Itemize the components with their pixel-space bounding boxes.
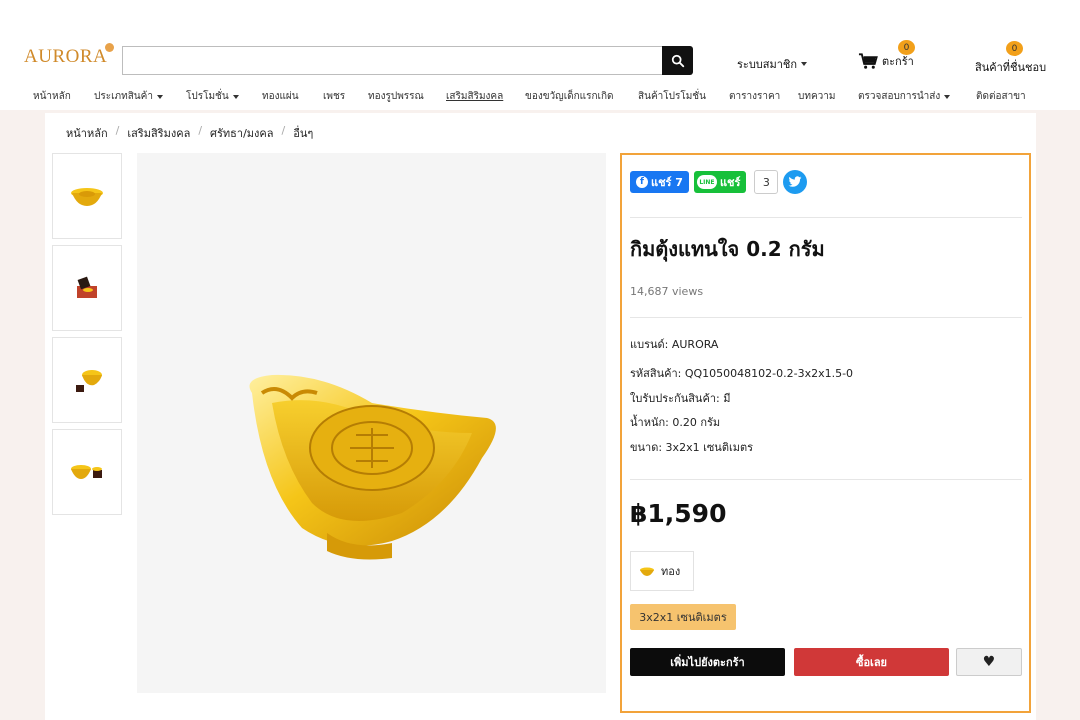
thumbnail-4[interactable] (52, 429, 122, 515)
variant-option-gold[interactable]: ทอง (630, 551, 694, 591)
facebook-share-button[interactable]: f แชร์ 7 (630, 171, 689, 193)
heart-icon: ♥ (982, 654, 996, 670)
nav-item-auspicious[interactable]: เสริมสิริมงคล (446, 89, 503, 104)
search-button[interactable] (662, 46, 693, 75)
search-input[interactable] (122, 46, 662, 75)
breadcrumb-subcategory[interactable]: ศรัทธา/มงคล (210, 124, 273, 142)
ingot-angle-thumbnail (76, 370, 102, 392)
chevron-down-icon (801, 62, 808, 66)
product-info-panel: f แชร์ 7 LINE แชร์ 3 กิมตุ้งแทนใจ 0.2 กร… (620, 153, 1031, 713)
panel-divider (630, 217, 1022, 218)
brand-logo[interactable]: AURORA (24, 43, 114, 68)
nav-item-baby-gifts[interactable]: ของขวัญเด็กแรกเกิด (525, 89, 614, 104)
wishlist-link[interactable]: สินค้าที่ชื่นชอบ (975, 58, 1046, 76)
size-option-chip[interactable]: 3x2x1 เซนติเมตร (630, 604, 736, 630)
nav-item-label: ทองรูปพรรณ (368, 91, 424, 102)
logo-text: AURORA (24, 46, 108, 67)
breadcrumb: หน้าหลัก / เสริมสิริมงคล / ศรัทธา/มงคล /… (66, 124, 313, 142)
nav-item-home[interactable]: หน้าหลัก (33, 89, 71, 104)
nav-item-label: ติดต่อสาขา (976, 91, 1026, 102)
breadcrumb-current: อื่นๆ (293, 127, 314, 140)
wishlist-label: สินค้าที่ชื่นชอบ (975, 61, 1047, 74)
line-share-button[interactable]: LINE แชร์ (693, 171, 747, 193)
nav-item-contact-branch[interactable]: ติดต่อสาขา (976, 89, 1026, 104)
page-margin-right (1036, 112, 1080, 720)
product-views: 14,687 views (630, 285, 704, 298)
nav-item-promo-products[interactable]: สินค้าโปรโมชั่น (638, 89, 706, 104)
nav-item-label: หน้าหลัก (33, 91, 71, 102)
spec-size: ขนาด: 3x2x1 เซนติเมตร (630, 441, 754, 454)
nav-item-label: ของขวัญเด็กแรกเกิด (525, 91, 614, 102)
nav-item-label: ประเภทสินค้า (94, 91, 153, 102)
nav-item-label: สินค้าโปรโมชั่น (638, 91, 706, 102)
gold-ingot-image (249, 374, 496, 560)
panel-divider (630, 317, 1022, 318)
variant-label: ทอง (661, 565, 681, 578)
nav-item-label: โปรโมชั่น (186, 91, 229, 102)
nav-item-price-table[interactable]: ตารางราคา (729, 89, 780, 104)
breadcrumb-separator: / (281, 124, 286, 137)
gold-ingot-thumbnail (71, 188, 103, 206)
product-title: กิมตุ้งแทนใจ 0.2 กรัม (630, 237, 825, 261)
nav-item-diamond[interactable]: เพชร (323, 89, 345, 104)
facebook-icon: f (636, 176, 648, 188)
nav-item-label: เสริมสิริมงคล (446, 91, 504, 102)
nav-item-gold-bar[interactable]: ทองแผ่น (262, 89, 299, 104)
logo-mark-icon (105, 43, 114, 52)
nav-item-articles[interactable]: บทความ (798, 89, 835, 104)
nav-item-product-types[interactable]: ประเภทสินค้า (94, 89, 163, 104)
member-label: ระบบสมาชิก (737, 58, 798, 71)
chevron-down-icon (156, 94, 163, 99)
nav-item-label: เพชร (323, 91, 346, 102)
product-main-image[interactable] (137, 153, 606, 693)
add-to-wishlist-button[interactable]: ♥ (956, 648, 1022, 676)
nav-item-label: บทความ (798, 91, 836, 102)
product-price: ฿1,590 (630, 499, 727, 528)
spec-warranty: ใบรับประกันสินค้า: มี (630, 392, 731, 405)
share-count: 3 (754, 170, 779, 194)
breadcrumb-separator: / (198, 124, 203, 137)
wishlist-count-badge: 0 (1006, 41, 1023, 56)
thumbnail-2[interactable] (52, 245, 122, 331)
facebook-share-label: แชร์ 7 (651, 176, 683, 189)
panel-divider (630, 479, 1022, 480)
spec-weight: น้ำหนัก: 0.20 กรัม (630, 416, 721, 429)
thumbnail-3[interactable] (52, 337, 122, 423)
nav-item-label: ตารางราคา (729, 91, 781, 102)
nav-item-label: ทองแผ่น (262, 91, 299, 102)
content-top-strip (0, 110, 1080, 113)
line-icon: LINE (696, 175, 717, 189)
cart-icon (858, 53, 878, 69)
nav-item-gold-jewelry[interactable]: ทองรูปพรรณ (368, 89, 424, 104)
cart-button[interactable]: ตะกร้า (858, 52, 914, 70)
thumbnail-1[interactable] (52, 153, 122, 239)
add-to-cart-button[interactable]: เพิ่มไปยังตะกร้า (630, 648, 785, 676)
spec-brand: แบรนด์: AURORA (630, 338, 719, 351)
chevron-down-icon (944, 94, 951, 99)
buy-now-button[interactable]: ซื้อเลย (794, 648, 949, 676)
gold-ingot-icon (640, 567, 654, 576)
nav-item-delivery-check[interactable]: ตรวจสอบการนำส่ง (858, 89, 951, 104)
chevron-down-icon (232, 94, 239, 99)
breadcrumb-category[interactable]: เสริมสิริมงคล (127, 124, 190, 142)
spec-sku: รหัสสินค้า: QQ1050048102-0.2-3x2x1.5-0 (630, 367, 854, 380)
gift-box-thumbnail (77, 276, 97, 298)
search-icon (671, 54, 684, 67)
breadcrumb-separator: / (115, 124, 120, 137)
line-share-label: แชร์ (719, 176, 741, 189)
twitter-share-button[interactable] (783, 170, 808, 194)
page-margin-left (0, 112, 45, 720)
member-menu[interactable]: ระบบสมาชิก (737, 55, 808, 73)
cart-label: ตะกร้า (882, 55, 914, 68)
nav-item-label: ตรวจสอบการนำส่ง (858, 91, 941, 102)
ingot-set-thumbnail (71, 465, 102, 479)
breadcrumb-home[interactable]: หน้าหลัก (66, 124, 108, 142)
nav-item-promotions[interactable]: โปรโมชั่น (186, 89, 239, 104)
main-nav: หน้าหลัก ประเภทสินค้า โปรโมชั่น ทองแผ่น … (0, 84, 1080, 110)
share-bar: f แชร์ 7 LINE แชร์ 3 (630, 170, 808, 194)
twitter-icon (789, 176, 802, 187)
